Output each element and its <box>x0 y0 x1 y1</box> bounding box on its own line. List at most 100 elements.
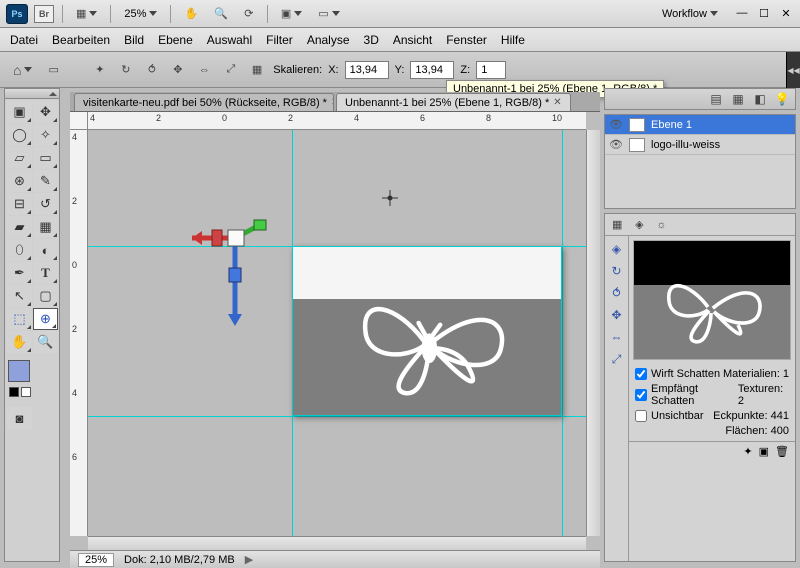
navigator-panel-icon[interactable]: ◧ <box>751 91 769 107</box>
viewport[interactable] <box>88 130 586 536</box>
status-zoom-field[interactable]: 25% <box>78 553 114 567</box>
layer-row[interactable]: 👁 Ebene 1 <box>605 115 795 135</box>
shape-tool[interactable]: ▢ <box>33 285 58 307</box>
3d-object-home-icon[interactable]: ✦ <box>90 60 110 80</box>
invisible-checkbox[interactable]: Unsichtbar <box>635 410 704 422</box>
move-tool[interactable]: ✥ <box>33 101 58 123</box>
spot-heal-tool[interactable]: ⊛ <box>7 170 32 192</box>
3d-scale-icon[interactable]: ⤢ <box>221 60 241 80</box>
3d-filter-light-icon[interactable]: ☼ <box>651 215 671 235</box>
workspace-switcher[interactable]: Workflow <box>662 8 718 20</box>
channels-panel-icon[interactable]: ▦ <box>729 91 747 107</box>
layers-panel-icon[interactable]: ▤ <box>707 91 725 107</box>
close-tab-icon[interactable]: ✕ <box>331 97 334 108</box>
3d-rotate-tool[interactable]: ⬚ <box>7 308 32 330</box>
document-tab-1[interactable]: visitenkarte-neu.pdf bei 50% (Rückseite,… <box>74 93 334 111</box>
pen-tool[interactable]: ✒ <box>7 262 32 284</box>
menu-datei[interactable]: Datei <box>10 33 38 47</box>
view-extras-button[interactable]: ▦ <box>71 4 102 24</box>
menu-hilfe[interactable]: Hilfe <box>501 33 525 47</box>
receive-shadow-checkbox[interactable]: Empfängt Schatten <box>635 383 738 407</box>
layer-visibility-icon[interactable]: 👁 <box>609 138 623 152</box>
new-layer-icon[interactable]: ▣ <box>759 445 769 458</box>
screen-mode-button[interactable]: ▭ <box>313 4 344 24</box>
layer-visibility-icon[interactable]: 👁 <box>609 118 623 132</box>
3d-orbit-tool[interactable]: ⊕ <box>33 308 58 330</box>
menu-ansicht[interactable]: Ansicht <box>393 33 432 47</box>
crop-tool[interactable]: ▱ <box>7 147 32 169</box>
vertical-ruler[interactable]: 4 2 0 2 4 6 <box>70 130 88 536</box>
3d-mesh-tool-icon[interactable]: ◈ <box>608 240 626 258</box>
render-settings-icon[interactable]: ✦ <box>743 445 752 458</box>
photoshop-logo-icon[interactable]: Ps <box>6 4 28 24</box>
x-value-field[interactable]: 13,94 <box>345 61 389 79</box>
menu-analyse[interactable]: Analyse <box>307 33 350 47</box>
lasso-tool[interactable]: ◯ <box>7 124 32 146</box>
rotate-view-icon[interactable]: ⟳ <box>239 4 259 24</box>
gradient-tool[interactable]: ▦ <box>33 216 58 238</box>
3d-roll-icon[interactable]: ⥀ <box>142 60 162 80</box>
close-tab-icon[interactable]: ✕ <box>553 97 561 108</box>
default-colors-icon[interactable] <box>9 387 19 397</box>
type-tool[interactable]: T <box>33 262 58 284</box>
clone-stamp-tool[interactable]: ⊟ <box>7 193 32 215</box>
marquee-tool[interactable]: ▣ <box>7 101 32 123</box>
vertical-scrollbar[interactable] <box>586 130 600 536</box>
arrange-documents-button[interactable]: ▣ <box>276 4 307 24</box>
light-panel-icon[interactable]: 💡 <box>773 91 791 107</box>
home-button[interactable]: ⌂ <box>8 60 37 80</box>
menu-filter[interactable]: Filter <box>266 33 293 47</box>
3d-rotate-tool-icon[interactable]: ↻ <box>608 262 626 280</box>
dodge-tool[interactable]: ◐ <box>33 239 58 261</box>
3d-filter-material-icon[interactable]: ◈ <box>629 215 649 235</box>
zoom-tool-icon[interactable]: 🔍 <box>209 4 233 24</box>
document-canvas[interactable] <box>292 246 562 416</box>
bridge-icon[interactable]: Br <box>34 5 54 23</box>
layer-thumbnail[interactable] <box>629 138 645 152</box>
menu-bild[interactable]: Bild <box>124 33 144 47</box>
cast-shadow-checkbox[interactable]: Wirft Schatten <box>635 368 720 380</box>
3d-slide-icon[interactable]: ⇔ <box>194 60 215 80</box>
horizontal-scrollbar[interactable] <box>88 536 586 550</box>
maximize-button[interactable]: ☐ <box>756 7 772 20</box>
3d-pan-tool-icon[interactable]: ✥ <box>608 306 626 324</box>
zoom-tool[interactable]: 🔍 <box>33 331 58 353</box>
minimize-button[interactable]: — <box>734 7 750 20</box>
3d-axis-gizmo[interactable] <box>180 218 290 338</box>
status-doc-info[interactable]: Dok: 2,10 MB/2,79 MB <box>124 554 235 566</box>
slice-tool[interactable]: ▭ <box>33 147 58 169</box>
swap-colors-icon[interactable] <box>21 387 31 397</box>
hand-tool-icon[interactable]: ✋ <box>179 4 203 24</box>
layer-row[interactable]: 👁 logo-illu-weiss <box>605 135 795 155</box>
close-button[interactable]: ✕ <box>778 7 794 20</box>
3d-position-button[interactable]: ▦ <box>247 60 267 80</box>
hand-tool[interactable]: ✋ <box>7 331 32 353</box>
y-value-field[interactable]: 13,94 <box>410 61 454 79</box>
zoom-level-field[interactable]: 25% <box>119 4 162 24</box>
3d-slide-tool-icon[interactable]: ⇔ <box>608 328 626 346</box>
ruler-origin[interactable] <box>70 112 88 130</box>
3d-filter-mesh-icon[interactable]: ▦ <box>607 215 627 235</box>
quick-mask-toggle[interactable]: ◙ <box>7 407 32 429</box>
3d-pan-icon[interactable]: ✥ <box>168 60 188 80</box>
foreground-color-swatch[interactable] <box>8 360 30 382</box>
history-brush-tool[interactable]: ↺ <box>33 193 58 215</box>
z-value-field[interactable]: 1 <box>476 61 506 79</box>
magic-wand-tool[interactable]: ✧ <box>33 124 58 146</box>
menu-3d[interactable]: 3D <box>364 33 379 47</box>
menu-fenster[interactable]: Fenster <box>446 33 487 47</box>
brush-tool[interactable]: ✎ <box>33 170 58 192</box>
menu-bearbeiten[interactable]: Bearbeiten <box>52 33 110 47</box>
3d-preview-thumbnail[interactable] <box>633 240 791 360</box>
collapse-panels-button[interactable]: ◀◀ <box>786 52 800 88</box>
horizontal-ruler[interactable]: 4 2 0 2 4 6 8 10 <box>88 112 586 130</box>
presets-button[interactable]: ▭ <box>43 60 63 80</box>
document-tab-2[interactable]: Unbenannt-1 bei 25% (Ebene 1, RGB/8) *✕ <box>336 93 571 111</box>
path-select-tool[interactable]: ↖ <box>7 285 32 307</box>
menu-ebene[interactable]: Ebene <box>158 33 193 47</box>
3d-rotate-icon[interactable]: ↻ <box>116 60 136 80</box>
3d-roll-tool-icon[interactable]: ⥀ <box>608 284 626 302</box>
menu-auswahl[interactable]: Auswahl <box>207 33 252 47</box>
layer-thumbnail[interactable] <box>629 118 645 132</box>
delete-icon[interactable]: 🗑 <box>775 445 789 458</box>
